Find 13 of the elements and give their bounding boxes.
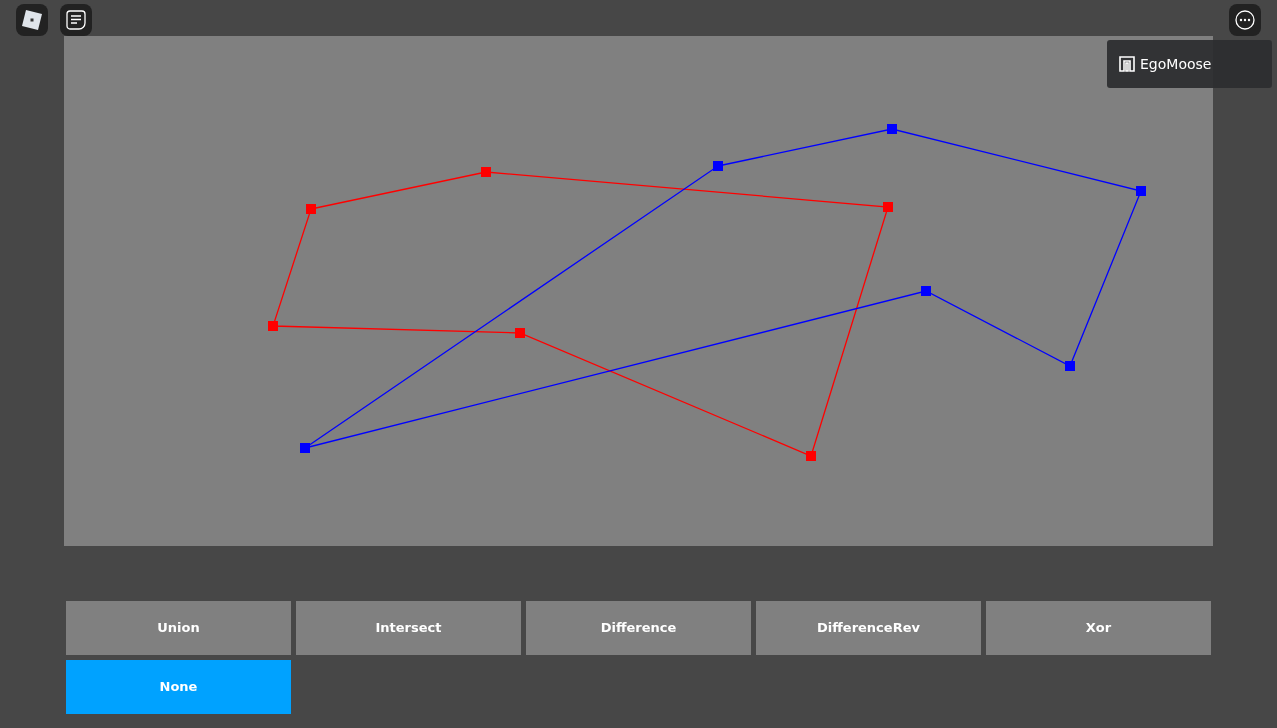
operation-button[interactable]: DifferenceRev: [756, 601, 981, 655]
more-icon: [1235, 10, 1255, 30]
operation-button[interactable]: Xor: [986, 601, 1211, 655]
operation-button[interactable]: Intersect: [296, 601, 521, 655]
operation-button[interactable]: None: [66, 660, 291, 714]
operation-button[interactable]: Union: [66, 601, 291, 655]
profile-logo-icon: [1119, 56, 1135, 72]
chat-icon: [66, 10, 86, 30]
more-options-button[interactable]: [1229, 4, 1261, 36]
operation-button[interactable]: Difference: [526, 601, 751, 655]
chat-button[interactable]: [60, 4, 92, 36]
app-menu-button[interactable]: [16, 4, 48, 36]
username: EgoMoose: [1140, 54, 1212, 74]
